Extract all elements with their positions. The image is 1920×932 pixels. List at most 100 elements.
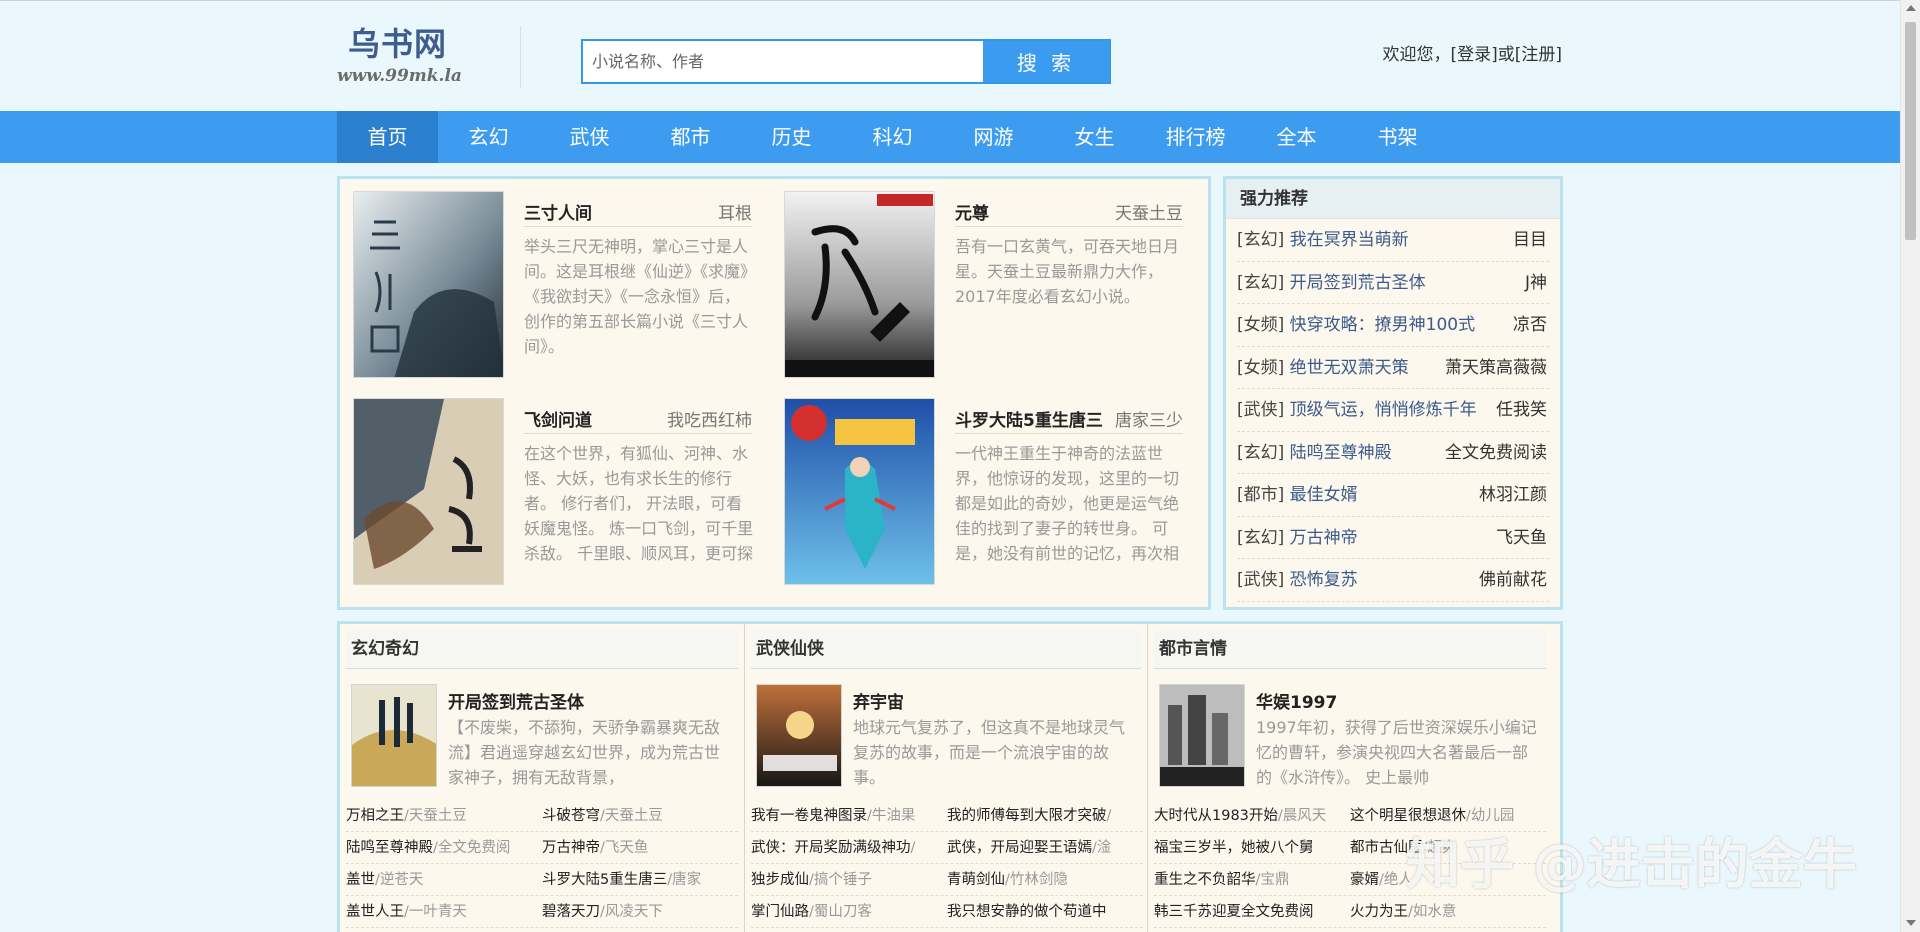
recommend-item: [武侠] 顶级气运，悄悄修炼千年 任我笑: [1237, 389, 1549, 432]
recommend-book-link[interactable]: 绝世无双萧天策: [1290, 358, 1409, 378]
book-link[interactable]: 火力为王/如水意: [1350, 896, 1546, 927]
book-link[interactable]: 陆鸣至尊神殿/全文免费阅: [346, 832, 542, 863]
search-input[interactable]: [583, 41, 983, 82]
recommend-category: [玄幻]: [1237, 230, 1285, 250]
category-top-book-title[interactable]: 开局签到荒古圣体: [448, 688, 584, 713]
recommend-book-link[interactable]: 陆鸣至尊神殿: [1290, 443, 1392, 463]
recommend-book-link[interactable]: 开局签到荒古圣体: [1290, 273, 1426, 293]
recommend-author: 任我笑: [1496, 400, 1547, 420]
page-scrollbar[interactable]: [1900, 0, 1920, 932]
book-link[interactable]: 独步成仙/搞个锤子: [751, 864, 947, 895]
book-title[interactable]: 飞剑问道: [524, 406, 592, 431]
book-cover-image[interactable]: [756, 684, 842, 787]
nav-kehuan[interactable]: 科幻: [842, 111, 943, 163]
category-column-wuxia: 武侠仙侠 弃宇宙 地球元气复苏了，但这真不是地球灵气复苏的故事，而是一个流浪宇宙…: [744, 624, 1148, 932]
recommend-item: [女频] 绝世无双萧天策 萧天策高薇薇: [1237, 347, 1549, 389]
nav-xuanhuan[interactable]: 玄幻: [438, 111, 539, 163]
book-cover-image[interactable]: [353, 398, 504, 585]
book-link[interactable]: 万相之王/天蚕土豆: [346, 800, 542, 831]
recommend-item: [玄幻] 万古神帝 飞天鱼: [1237, 517, 1549, 559]
nav-wangyou[interactable]: 网游: [943, 111, 1044, 163]
category-book-list: 万相之王/天蚕土豆 斗破苍穹/天蚕土豆 陆鸣至尊神殿/全文免费阅 万古神帝/飞天鱼 …: [346, 800, 738, 928]
book-cover-image[interactable]: [351, 684, 437, 787]
book-link[interactable]: 重生之不负韶华/宝鼎: [1154, 864, 1350, 895]
recommend-item: [武侠] 恐怖复苏 佛前献花: [1237, 559, 1549, 602]
category-top-book-description: 地球元气复苏了，但这真不是地球灵气复苏的故事，而是一个流浪宇宙的故事。: [853, 718, 1126, 787]
featured-book: 斗罗大陆5重生唐三 唐家三少 一代神王重生于神奇的法蓝世界，他惊讶的发现，这里的…: [771, 386, 1191, 585]
recommend-author: 凉否: [1513, 315, 1547, 335]
recommend-category: [武侠]: [1237, 400, 1285, 420]
book-cover-image[interactable]: [353, 191, 504, 378]
list-item: 掌门仙路/蜀山刀客 我只想安静的做个苟道中: [751, 896, 1143, 928]
nav-home[interactable]: 首页: [337, 111, 438, 163]
recommend-book-link[interactable]: 最佳女婿: [1290, 485, 1358, 505]
recommend-author: J神: [1524, 272, 1547, 293]
category-book-list: 我有一卷鬼神图录/牛油果 我的师傅每到大限才突破/ 武侠：开局奖励满级神功/武侠，…: [751, 800, 1143, 928]
nav-dushi[interactable]: 都市: [640, 111, 741, 163]
book-link[interactable]: 我的师傅每到大限才突破/: [947, 800, 1143, 831]
recommend-book-link[interactable]: 顶级气运，悄悄修炼千年: [1290, 400, 1477, 420]
book-title[interactable]: 斗罗大陆5重生唐三: [955, 406, 1103, 431]
book-title[interactable]: 元尊: [955, 199, 989, 224]
category-heading: 武侠仙侠: [751, 630, 1141, 669]
book-description: 吾有一口玄黄气，可吞天地日月星。天蚕土豆最新鼎力大作，2017年度必看玄幻小说。: [955, 237, 1180, 306]
recommend-category: [玄幻]: [1237, 272, 1285, 293]
book-link[interactable]: 斗罗大陆5重生唐三/唐家: [542, 864, 738, 895]
site-logo[interactable]: 乌书网 www.99mk.la: [337, 22, 487, 86]
book-link[interactable]: 青萌剑仙/竹林剑隐: [947, 864, 1143, 895]
recommend-author: 飞天鱼: [1496, 527, 1547, 548]
book-link[interactable]: 盖世/逆苍天: [346, 864, 542, 895]
category-top-book-title[interactable]: 弃宇宙: [853, 688, 904, 713]
recommend-book-link[interactable]: 万古神帝: [1290, 528, 1358, 548]
nav-lishi[interactable]: 历史: [741, 111, 842, 163]
watermark: 知乎 @进击的金牛: [1406, 833, 1857, 896]
book-link[interactable]: 我有一卷鬼神图录/牛油果: [751, 800, 947, 831]
book-link[interactable]: 武侠：开局奖励满级神功/: [751, 832, 947, 863]
recommend-item: [都市] 最佳女婿 林羽江颜: [1237, 474, 1549, 517]
book-link[interactable]: 韩三千苏迎夏全文免费阅: [1154, 896, 1350, 927]
nav-complete[interactable]: 全本: [1246, 111, 1347, 163]
book-link[interactable]: 斗破苍穹/天蚕土豆: [542, 800, 738, 831]
recommend-book-link[interactable]: 快穿攻略：撩男神100式: [1290, 315, 1475, 335]
book-cover-image[interactable]: [784, 191, 935, 378]
login-link[interactable]: [登录]: [1450, 45, 1497, 65]
scroll-up-arrow-icon[interactable]: [1906, 5, 1916, 11]
category-heading: 玄幻奇幻: [346, 630, 738, 669]
recommend-heading: 强力推荐: [1226, 179, 1560, 219]
category-top-book-title[interactable]: 华娱1997: [1256, 688, 1337, 713]
nav-bookshelf[interactable]: 书架: [1347, 111, 1448, 163]
category-column-xuanhuan: 玄幻奇幻 开局签到荒古圣体 【不废柴，不舔狗，天骄争霸暴爽无敌流】君逍遥穿越玄幻…: [340, 624, 744, 932]
recommend-author: 林羽江颜: [1479, 485, 1547, 505]
nav-nvsheng[interactable]: 女生: [1044, 111, 1145, 163]
search-box: 搜 索: [581, 39, 1111, 84]
book-link[interactable]: 福宝三岁半，她被八个舅: [1154, 832, 1350, 863]
book-cover-image[interactable]: [784, 398, 935, 585]
scroll-down-arrow-icon[interactable]: [1906, 920, 1916, 926]
recommend-item: [玄幻] 我在冥界当萌新 目目: [1237, 219, 1549, 262]
book-title[interactable]: 三寸人间: [524, 199, 592, 224]
or-text: 或: [1497, 45, 1515, 65]
list-item: 陆鸣至尊神殿/全文免费阅 万古神帝/飞天鱼: [346, 832, 738, 864]
search-button[interactable]: 搜 索: [983, 41, 1109, 82]
book-link[interactable]: 武侠，开局迎娶王语嫣/淦: [947, 832, 1143, 863]
recommend-author: 佛前献花: [1479, 570, 1547, 590]
book-link[interactable]: 我只想安静的做个苟道中: [947, 896, 1143, 927]
register-link[interactable]: [注册]: [1515, 45, 1562, 65]
recommend-book-link[interactable]: 恐怖复苏: [1290, 570, 1358, 590]
book-link[interactable]: 万古神帝/飞天鱼: [542, 832, 738, 863]
nav-wuxia[interactable]: 武侠: [539, 111, 640, 163]
list-item: 韩三千苏迎夏全文免费阅 火力为王/如水意: [1154, 896, 1546, 928]
welcome-text: 欢迎您，: [1382, 45, 1451, 65]
book-link[interactable]: 掌门仙路/蜀山刀客: [751, 896, 947, 927]
nav-ranking[interactable]: 排行榜: [1145, 111, 1246, 163]
header-divider: [520, 26, 521, 88]
book-link[interactable]: 大时代从1983开始/晨风天: [1154, 800, 1350, 831]
recommend-category: [玄幻]: [1237, 527, 1285, 548]
book-description: 在这个世界，有狐仙、河神、水怪、大妖，也有求长生的修行者。 修行者们， 开法眼，…: [524, 444, 754, 563]
book-link[interactable]: 盖世人王/一叶青天: [346, 896, 542, 927]
scrollbar-thumb[interactable]: [1905, 22, 1916, 240]
book-link[interactable]: 碧落天刀/风凌天下: [542, 896, 738, 927]
category-columns: 玄幻奇幻 开局签到荒古圣体 【不废柴，不舔狗，天骄争霸暴爽无敌流】君逍遥穿越玄幻…: [337, 621, 1563, 932]
book-cover-image[interactable]: [1159, 684, 1245, 787]
recommend-book-link[interactable]: 我在冥界当萌新: [1290, 230, 1409, 250]
